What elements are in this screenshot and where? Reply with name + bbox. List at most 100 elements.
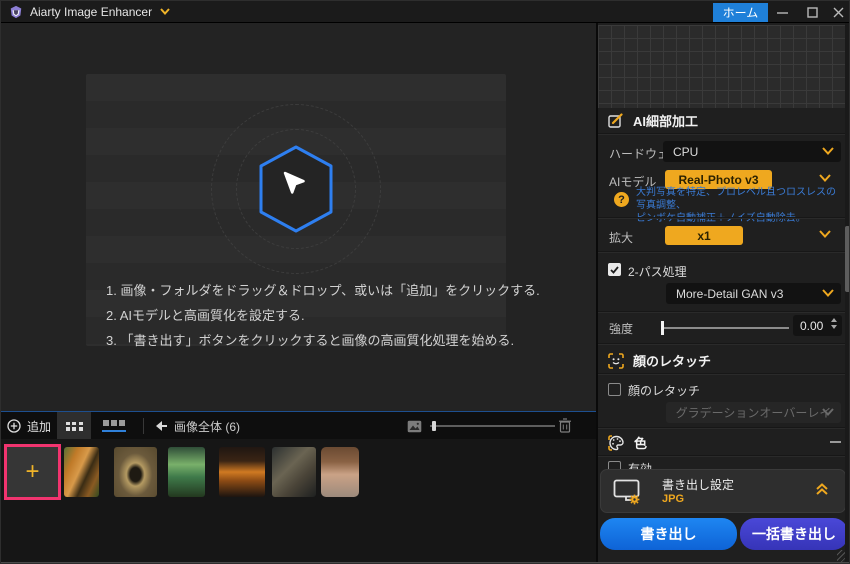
export-settings-icon [613,479,640,505]
trash-icon [559,418,571,433]
app-window: Aiarty Image Enhancer ホーム 1. 画像・フォルダをドラッ… [0,0,850,564]
face-scan-icon [608,352,624,369]
strip-view-icon [103,420,125,427]
double-chevron-up-icon[interactable] [815,482,829,496]
image-icon [407,420,422,432]
ai-model-chevron-icon[interactable] [819,174,831,182]
scale-chevron-icon[interactable] [819,230,831,238]
instruction-list: 1. 画像・フォルダをドラッグ＆ドロップ、或いは「追加」をクリックする. 2. … [106,278,540,353]
chevron-down-icon [822,289,834,297]
batch-export-button[interactable]: 一括書き出し [740,518,848,550]
plus-circle-icon [7,419,21,433]
add-images-button[interactable]: 追加 [7,412,51,440]
thumbnail-size-control [407,412,555,440]
divider [598,251,846,253]
strength-slider-track [661,327,789,329]
ai-model-hint: 大判写真を特定、プロレベル且つロスレスの写真調整、 ピンボケ自動補正＋ノイズ自動… [636,186,841,225]
add-images-label: 追加 [27,419,52,434]
view-all-label: 画像全体 (6) [174,419,241,434]
export-format-value: JPG [662,493,685,505]
thumbnail-terrarium-jar[interactable] [168,447,205,497]
face-retouch-preset-value: グラデーションオーバーレイ [675,406,832,420]
hardware-value: CPU [673,144,699,159]
dropzone-hexagon [258,145,334,233]
thumbnail-armored-dog[interactable] [272,447,316,497]
thumbnail-size-slider[interactable] [430,420,555,432]
ai-model-hint-line1: 大判写真を特定、プロレベル且つロスレスの写真調整、 [636,187,836,211]
slider-handle[interactable] [432,421,436,431]
sidebar-scrollbar[interactable] [845,23,849,563]
chevron-down-icon [822,408,834,416]
help-icon[interactable]: ? [614,192,629,207]
back-arrow-icon [156,421,167,431]
two-pass-model-dropdown[interactable]: More-Detail GAN v3 [666,283,841,304]
thumbnail-tiger[interactable] [64,447,99,497]
divider [598,217,846,219]
home-button[interactable]: ホーム [713,3,768,22]
instruction-step-2: 2. AIモデルと高画質化を設定する. [106,308,305,323]
close-button[interactable] [825,1,849,23]
color-section-title: 色 [634,436,648,451]
delete-button[interactable] [558,418,574,434]
hardware-dropdown[interactable]: CPU [663,141,841,162]
export-buttons-row: 書き出し 一括書き出し [598,518,849,551]
check-icon [610,265,619,274]
main-preview-area: 1. 画像・フォルダをドラッグ＆ドロップ、或いは「追加」をクリックする. 2. … [1,23,596,411]
maximize-button[interactable] [799,1,825,23]
strength-value: 0.00 [800,318,824,333]
slider-track [430,425,555,427]
scale-pill[interactable]: x1 [665,226,743,245]
thumbnail-butterfly[interactable] [114,447,157,497]
face-retouch-enable-label[interactable]: 顔のレタッチ [628,382,700,399]
divider [598,455,846,457]
divider [598,343,846,345]
image-dropzone[interactable]: 1. 画像・フォルダをドラッグ＆ドロップ、或いは「追加」をクリックする. 2. … [86,74,540,348]
face-retouch-section-title: 顔のレタッチ [633,354,712,369]
export-settings-panel[interactable]: 書き出し設定 JPG [600,469,846,513]
thumbnail-portrait-girl[interactable] [321,447,359,497]
ai-detail-section-title: AI細部加工 [633,114,699,129]
strip-view-active-indicator [102,430,126,432]
grid-view-button[interactable] [57,412,91,440]
face-retouch-checkbox[interactable] [608,383,621,396]
chevron-down-icon [822,147,834,155]
filmstrip: + [1,439,596,562]
thumbnail-burger[interactable] [219,447,265,497]
gear-icon [629,494,640,505]
palette-icon [608,434,624,451]
app-menu-chevron-icon[interactable] [160,8,170,15]
view-all-images-button[interactable]: 画像全体 (6) [156,412,240,440]
titlebar: Aiarty Image Enhancer ホーム [1,1,849,23]
two-pass-model-value: More-Detail GAN v3 [676,286,784,301]
two-pass-label[interactable]: 2-パス処理 [628,263,687,280]
strength-spinbox[interactable]: 0.00 [793,315,842,336]
strip-view-button[interactable] [97,412,131,440]
app-logo-icon [10,5,22,18]
scrollbar-thumb[interactable] [845,226,849,292]
plus-icon: + [25,458,40,485]
face-retouch-preset-dropdown[interactable]: グラデーションオーバーレイ [666,402,841,423]
divider [598,427,846,429]
spinner-arrows-icon[interactable] [831,318,837,329]
divider [598,133,846,135]
app-title: Aiarty Image Enhancer [30,4,153,19]
scale-label: 拡大 [609,231,634,245]
export-settings-label: 書き出し設定 [662,478,735,492]
strength-slider-handle[interactable] [661,321,664,335]
collapse-section-button[interactable] [830,441,841,443]
grid-view-icon [65,421,83,431]
settings-sidebar: AI細部加工 ハードウェア CPU AIモデル Real-Photo v3 ? … [598,23,849,563]
edit-square-icon [608,112,623,128]
two-pass-checkbox[interactable] [608,263,621,276]
face-retouch-section-header: 顔のレタッチ [608,351,711,370]
minimize-button[interactable] [769,1,795,23]
ai-detail-section-header: AI細部加工 [608,111,698,130]
color-section-header: 色 [608,433,647,452]
instruction-step-3: 3. 「書き出す」ボタンをクリックすると画像の高画質化処理を始める. [106,333,515,348]
strength-row: 0.00 [598,313,849,339]
export-button[interactable]: 書き出し [600,518,737,550]
toolbar-separator [143,418,144,434]
add-image-tile[interactable]: + [4,444,61,500]
strength-slider[interactable] [661,321,789,335]
divider [598,373,846,375]
